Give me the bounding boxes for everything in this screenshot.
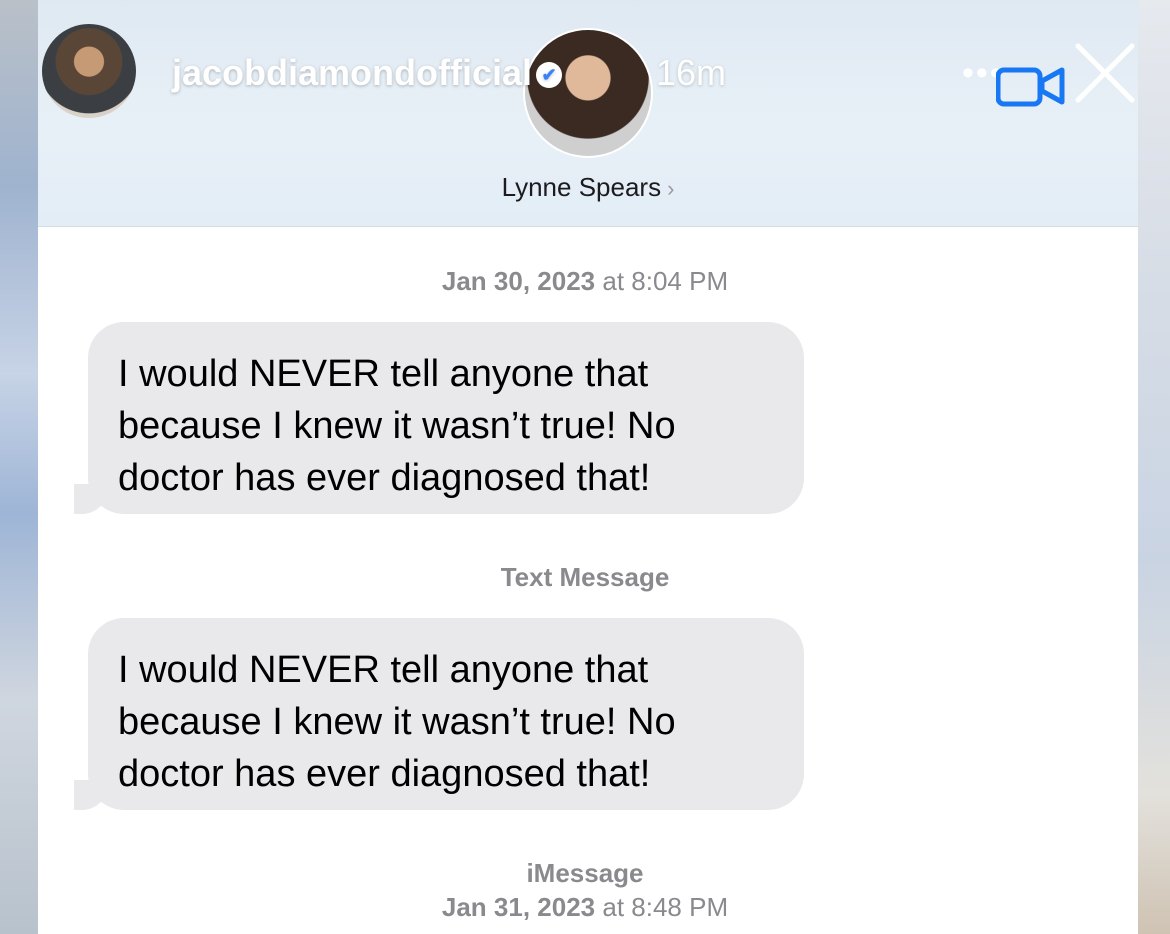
timestamp-1-at: at: [602, 266, 625, 296]
conversation-header: Lynne Spears ›: [38, 0, 1138, 227]
message-bubble-2[interactable]: I would NEVER tell anyone that because I…: [88, 618, 804, 810]
imessage-label: iMessage: [526, 858, 644, 888]
timestamp-1-date: Jan 30, 2023: [441, 266, 596, 296]
story-user-avatar[interactable]: [42, 24, 136, 118]
message-bubble-1[interactable]: I would NEVER tell anyone that because I…: [88, 322, 804, 514]
background-right-strip: [1138, 0, 1170, 934]
contact-name-row[interactable]: Lynne Spears ›: [38, 172, 1138, 203]
timestamp-2-at: at: [602, 892, 625, 922]
message-2-text: I would NEVER tell anyone that because I…: [118, 649, 676, 795]
story-time: 16m: [656, 52, 727, 93]
contact-name: Lynne Spears: [501, 172, 662, 202]
story-username-row[interactable]: jacobdiamondofficial ✔: [172, 52, 563, 94]
message-1-text: I would NEVER tell anyone that because I…: [118, 353, 676, 499]
timestamp-1-time: 8:04 PM: [631, 266, 729, 296]
video-camera-icon[interactable]: [996, 64, 1066, 108]
timestamp-1: Jan 30, 2023 at 8:04 PM: [0, 266, 1170, 297]
timestamp-2: Jan 31, 2023 at 8:48 PM: [0, 892, 1170, 923]
story-username: jacobdiamondofficial: [172, 52, 533, 93]
timestamp-2-time: 8:48 PM: [631, 892, 729, 922]
background-left-strip: [0, 0, 38, 934]
text-message-label: Text Message: [500, 562, 670, 592]
verified-badge-icon: ✔: [536, 62, 563, 89]
close-icon[interactable]: [1074, 42, 1136, 104]
timestamp-2-date: Jan 31, 2023: [441, 892, 596, 922]
chevron-right-icon: ›: [667, 176, 675, 201]
